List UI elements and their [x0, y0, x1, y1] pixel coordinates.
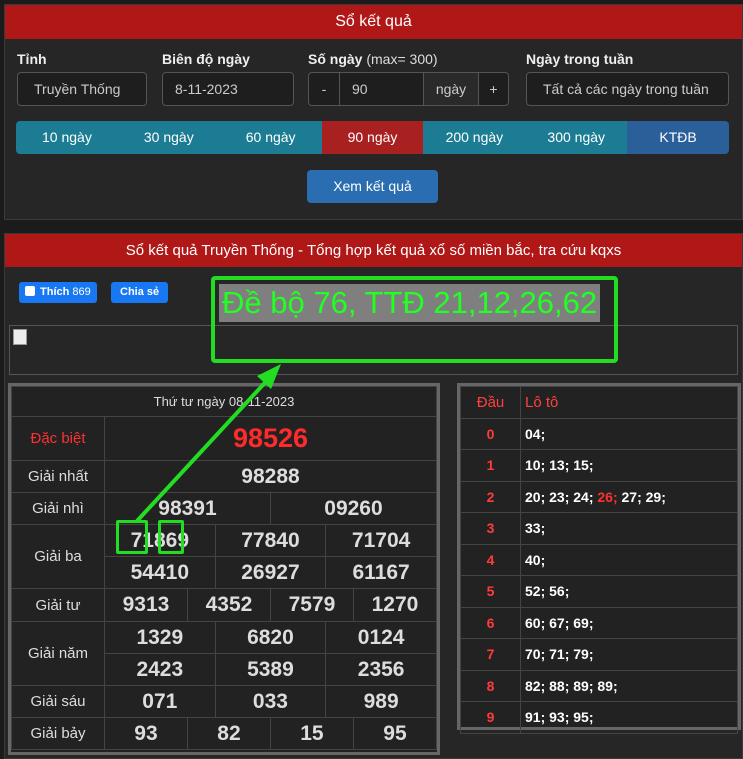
loto-row: 8 82; 88; 89; 89;	[460, 669, 738, 702]
loto-row: 1 10; 13; 15;	[460, 449, 738, 482]
days-count-input[interactable]: 90	[339, 73, 423, 105]
loto-row: 4 40;	[460, 543, 738, 576]
loto-values: 60; 67; 69;	[520, 606, 738, 639]
range-10-button[interactable]: 10 ngày	[16, 121, 118, 154]
loto-values: 33;	[520, 512, 738, 545]
loto-values: 04;	[520, 417, 738, 450]
search-panel: Sổ kết quả Tỉnh Truyền Thống Biên độ ngà…	[4, 4, 743, 220]
range-30-button[interactable]: 30 ngày	[117, 121, 220, 154]
province-select[interactable]: Truyền Thống	[17, 72, 147, 106]
loto-values: 70; 71; 79;	[520, 638, 738, 671]
loto-values: 91; 93; 95;	[520, 701, 738, 734]
loto-row: 3 33;	[460, 512, 738, 545]
loto-values: 52; 56;	[520, 575, 738, 608]
loto-table-wrapper: Đầu Lô tô 0 04; 1 10; 13; 15; 2 20; 23; …	[457, 383, 741, 734]
days-count-hint: (max= 300)	[366, 51, 438, 67]
date-input[interactable]: 8-11-2023	[162, 72, 294, 106]
days-stepper: - 90 ngày +	[308, 72, 509, 106]
loto-head-digit: 3	[460, 512, 521, 545]
view-results-button[interactable]: Xem kết quả	[307, 170, 438, 203]
search-panel-title: Sổ kết quả	[5, 5, 742, 39]
loto-row: 9 91; 93; 95;	[460, 701, 738, 734]
loto-head-digit: 2	[460, 480, 521, 513]
loto-head-digit: 9	[460, 701, 521, 734]
loto-row: 5 52; 56;	[460, 575, 738, 608]
days-plus-button[interactable]: +	[478, 73, 508, 105]
loto-row: 2 20; 23; 24; 26; 27; 29;	[460, 480, 738, 513]
days-count-label-text: Số ngày	[308, 51, 363, 67]
loto-head-digit: 8	[460, 669, 521, 702]
loto-values: 10; 13; 15;	[520, 449, 738, 482]
loto-head-digit: 4	[460, 543, 521, 576]
days-unit-label: ngày	[423, 73, 478, 105]
loto-row: 7 70; 71; 79;	[460, 638, 738, 671]
range-60-button[interactable]: 60 ngày	[219, 121, 322, 154]
loto-row: 0 04;	[460, 417, 738, 450]
loto-column-header: Lô tô	[520, 386, 738, 419]
days-count-label: Số ngày (max= 300)	[308, 51, 438, 67]
range-ktdb-button[interactable]: KTĐB	[627, 121, 729, 154]
range-buttons: 10 ngày 30 ngày 60 ngày 90 ngày 200 ngày…	[16, 121, 729, 154]
loto-values: 20; 23; 24; 26; 27; 29;	[520, 480, 738, 513]
loto-head-digit: 0	[460, 417, 521, 450]
date-range-label: Biên độ ngày	[162, 51, 250, 67]
loto-head-digit: 6	[460, 606, 521, 639]
weekday-label: Ngày trong tuần	[526, 51, 634, 67]
loto-head-column-header: Đầu	[460, 386, 521, 419]
range-300-button[interactable]: 300 ngày	[525, 121, 628, 154]
province-label: Tỉnh	[17, 51, 47, 67]
loto-values-after: 27; 29;	[617, 488, 666, 505]
loto-head-digit: 7	[460, 638, 521, 671]
loto-special-value: 26;	[597, 488, 618, 505]
loto-values: 82; 88; 89; 89;	[520, 669, 738, 702]
loto-values: 40;	[520, 543, 738, 576]
weekday-select[interactable]: Tất cả các ngày trong tuần	[526, 72, 729, 106]
loto-head-digit: 1	[460, 449, 521, 482]
range-200-button[interactable]: 200 ngày	[423, 121, 526, 154]
loto-head-digit: 5	[460, 575, 521, 608]
loto-row: 6 60; 67; 69;	[460, 606, 738, 639]
result-panel: Sổ kết quả Truyền Thống - Tổng hợp kết q…	[4, 233, 743, 759]
loto-values-before: 20; 23; 24;	[525, 488, 598, 505]
range-90-button[interactable]: 90 ngày	[321, 121, 424, 154]
loto-table: Đầu Lô tô 0 04; 1 10; 13; 15; 2 20; 23; …	[460, 386, 738, 734]
days-minus-button[interactable]: -	[309, 73, 339, 105]
